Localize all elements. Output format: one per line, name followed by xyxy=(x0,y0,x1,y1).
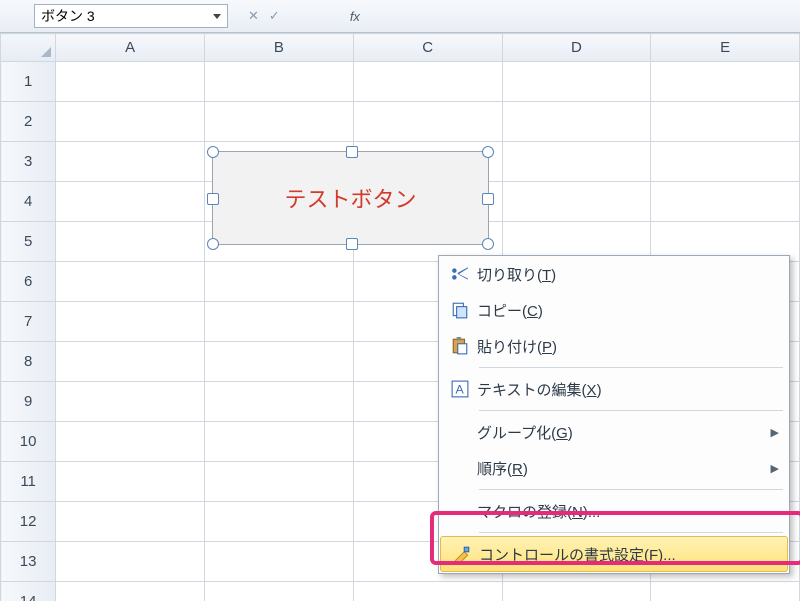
row-header[interactable]: 13 xyxy=(1,542,56,582)
row-header[interactable]: 1 xyxy=(1,62,56,102)
row-header[interactable]: 6 xyxy=(1,262,56,302)
text-edit-icon: A xyxy=(451,380,469,398)
menu-item-copy[interactable]: コピー(C) xyxy=(439,292,789,328)
copy-icon xyxy=(451,301,469,319)
form-control-button-label: テストボタン xyxy=(284,182,416,214)
row-header[interactable]: 7 xyxy=(1,302,56,342)
menu-label: コントロールの書式設定(F)... xyxy=(479,544,676,565)
submenu-arrow-icon: ▶ xyxy=(771,462,779,475)
scissors-icon xyxy=(451,265,469,283)
resize-handle[interactable] xyxy=(482,238,494,250)
menu-item-format-control[interactable]: コントロールの書式設定(F)... xyxy=(440,536,788,572)
menu-separator xyxy=(479,410,783,411)
submenu-arrow-icon: ▶ xyxy=(771,426,779,439)
svg-text:A: A xyxy=(456,383,465,397)
row-header[interactable]: 9 xyxy=(1,382,56,422)
col-header[interactable]: E xyxy=(651,34,800,62)
row-header[interactable]: 14 xyxy=(1,582,56,601)
row-header[interactable]: 2 xyxy=(1,102,56,142)
form-control-button[interactable]: テストボタン xyxy=(212,151,489,245)
resize-handle[interactable] xyxy=(207,193,219,205)
row-header[interactable]: 4 xyxy=(1,182,56,222)
col-header[interactable]: A xyxy=(56,34,205,62)
menu-item-order[interactable]: 順序(R) ▶ xyxy=(439,450,789,486)
menu-separator xyxy=(479,489,783,490)
menu-item-assign-macro[interactable]: マクロの登録(N)... xyxy=(439,493,789,529)
col-header[interactable]: D xyxy=(502,34,651,62)
context-menu: 切り取り(T) コピー(C) 貼り付け(P) A テキストの編集(X) グループ… xyxy=(438,255,790,574)
format-control-icon xyxy=(453,545,471,563)
menu-label: マクロの登録(N)... xyxy=(477,501,600,522)
menu-label: コピー(C) xyxy=(477,300,543,321)
menu-item-cut[interactable]: 切り取り(T) xyxy=(439,256,789,292)
enter-icon: ✓ xyxy=(269,8,280,24)
col-header[interactable]: C xyxy=(353,34,502,62)
menu-separator xyxy=(479,532,783,533)
menu-label: 貼り付け(P) xyxy=(477,336,557,357)
row-header[interactable]: 10 xyxy=(1,422,56,462)
row-header[interactable]: 12 xyxy=(1,502,56,542)
select-all-corner[interactable] xyxy=(1,34,56,62)
formula-bar: ボタン 3 ✕ ✓ fx xyxy=(0,0,800,33)
resize-handle[interactable] xyxy=(207,238,219,250)
paste-icon xyxy=(451,337,469,355)
menu-label: テキストの編集(X) xyxy=(477,379,602,400)
menu-item-paste[interactable]: 貼り付け(P) xyxy=(439,328,789,364)
formula-bar-icons: ✕ ✓ fx xyxy=(248,8,360,24)
menu-separator xyxy=(479,367,783,368)
row-header[interactable]: 3 xyxy=(1,142,56,182)
name-box-value: ボタン 3 xyxy=(41,6,95,26)
resize-handle[interactable] xyxy=(482,193,494,205)
chevron-down-icon[interactable] xyxy=(213,14,221,19)
row-header[interactable]: 5 xyxy=(1,222,56,262)
col-header[interactable]: B xyxy=(205,34,354,62)
cancel-icon: ✕ xyxy=(248,8,259,24)
menu-item-group[interactable]: グループ化(G) ▶ xyxy=(439,414,789,450)
menu-label: 順序(R) xyxy=(477,458,528,479)
menu-label: グループ化(G) xyxy=(477,422,573,443)
fx-icon[interactable]: fx xyxy=(350,9,360,24)
worksheet-grid[interactable]: A B C D E 1 2 3 4 5 6 7 8 9 10 11 12 13 … xyxy=(0,33,800,601)
resize-handle[interactable] xyxy=(207,146,219,158)
name-box[interactable]: ボタン 3 xyxy=(34,4,228,28)
row-header[interactable]: 8 xyxy=(1,342,56,382)
row-header[interactable]: 11 xyxy=(1,462,56,502)
resize-handle[interactable] xyxy=(482,146,494,158)
resize-handle[interactable] xyxy=(346,146,358,158)
menu-item-edit-text[interactable]: A テキストの編集(X) xyxy=(439,371,789,407)
resize-handle[interactable] xyxy=(346,238,358,250)
menu-label: 切り取り(T) xyxy=(477,264,556,285)
